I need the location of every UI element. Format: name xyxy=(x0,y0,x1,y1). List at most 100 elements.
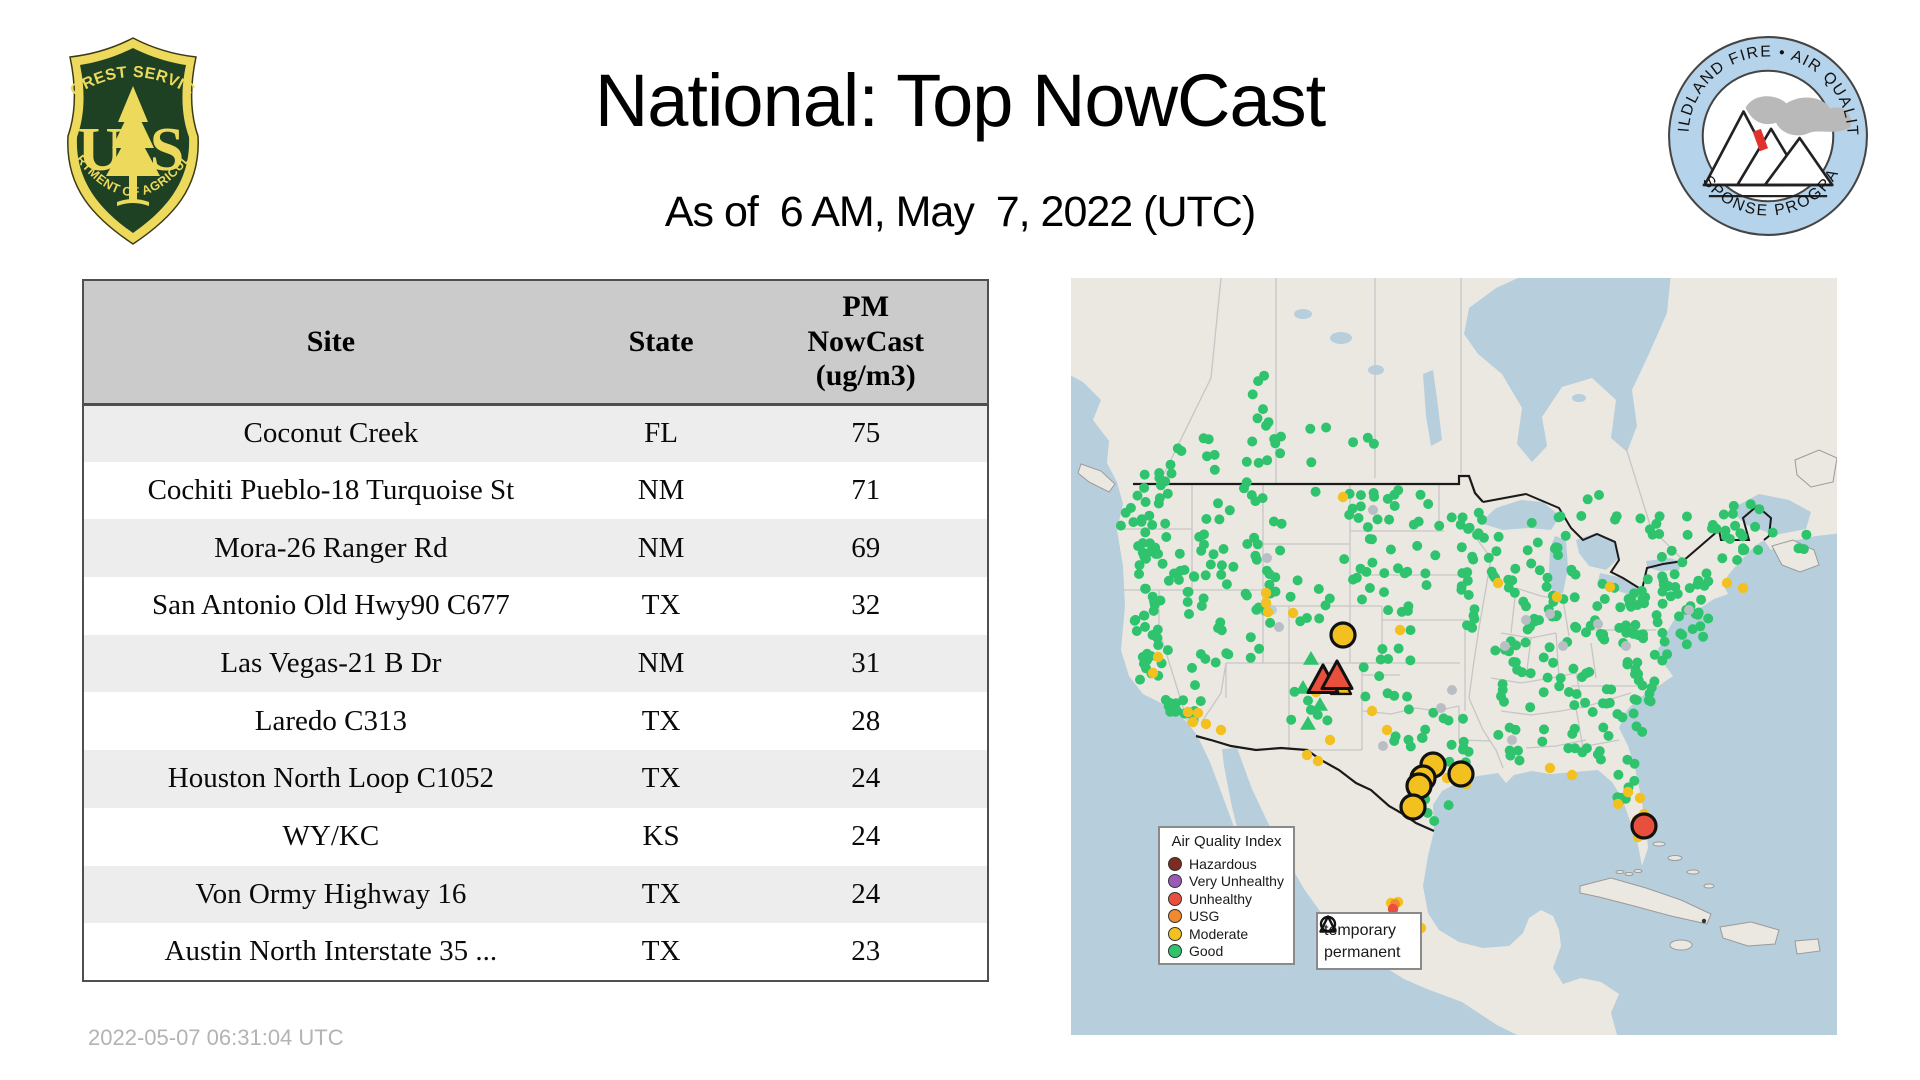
monitor-dot-good xyxy=(1365,534,1375,544)
monitor-dot-good xyxy=(1242,591,1252,601)
table-row: Mora-26 Ranger RdNM69 xyxy=(83,519,988,577)
cell-value: 31 xyxy=(744,635,988,693)
monitor-dot-inactive xyxy=(1436,703,1446,713)
monitor-dot-good xyxy=(1521,638,1531,648)
monitor-dot-good xyxy=(1386,545,1396,555)
monitor-dot-good xyxy=(1717,553,1727,563)
monitor-dot-good xyxy=(1383,688,1393,698)
monitor-dot-moderate xyxy=(1552,592,1562,602)
table-row: Laredo C313TX28 xyxy=(83,692,988,750)
monitor-dot-good xyxy=(1512,665,1522,675)
monitor-dot-good xyxy=(1732,555,1742,565)
table-row: WY/KCKS24 xyxy=(83,808,988,866)
monitor-dot-good xyxy=(1569,700,1579,710)
monitor-dot-good xyxy=(1465,523,1475,533)
monitor-dot-good xyxy=(1365,583,1375,593)
table-row: Houston North Loop C1052TX24 xyxy=(83,750,988,808)
monitor-dot-moderate xyxy=(1567,770,1577,780)
aqi-legend-title: Air Quality Index xyxy=(1168,833,1285,850)
cell-state: TX xyxy=(578,692,745,750)
cell-state: TX xyxy=(578,577,745,635)
monitor-dot-good xyxy=(1494,532,1504,542)
puerto-rico xyxy=(1795,939,1820,954)
monitor-dot-good xyxy=(1199,593,1209,603)
monitor-dot-good xyxy=(1142,649,1152,659)
monitor-dot-good xyxy=(1295,616,1305,626)
wildland-fire-air-quality-logo: WILDLAND FIRE • AIR QUALITY RESPONSE PRO… xyxy=(1666,34,1870,238)
monitor-dot-good xyxy=(1389,490,1399,500)
monitor-dot-good xyxy=(1176,566,1186,576)
aqi-legend-label: Hazardous xyxy=(1189,856,1257,872)
monitor-dot-good xyxy=(1154,473,1164,483)
aqi-swatch-icon xyxy=(1168,927,1182,941)
monitor-dot-good xyxy=(1484,553,1494,563)
monitor-dot-good xyxy=(1140,470,1150,480)
monitor-dot-good xyxy=(1369,488,1379,498)
monitor-dot-good xyxy=(1458,714,1468,724)
monitor-dot-good xyxy=(1468,555,1478,565)
monitor-dot-good xyxy=(1521,601,1531,611)
monitor-dot-good xyxy=(1321,600,1331,610)
jamaica xyxy=(1670,940,1692,950)
top-site-moderate-circle xyxy=(1331,623,1355,647)
table-row: Coconut CreekFL75 xyxy=(83,404,988,462)
cell-site: Laredo C313 xyxy=(83,692,578,750)
monitor-dot-good xyxy=(1688,624,1698,634)
monitor-dot-good xyxy=(1719,510,1729,520)
monitor-dot-moderate xyxy=(1635,793,1645,803)
monitor-dot-good xyxy=(1183,587,1193,597)
monitor-dot-good xyxy=(1132,626,1142,636)
monitor-dot-good xyxy=(1754,504,1764,514)
monitor-dot-good xyxy=(1199,540,1209,550)
monitor-dot-good xyxy=(1201,570,1211,580)
monitor-dot-good xyxy=(1393,563,1403,573)
monitor-dot-inactive xyxy=(1593,619,1603,629)
monitor-dot-good xyxy=(1155,596,1165,606)
monitor-dot-good xyxy=(1141,497,1151,507)
monitor-dot-good xyxy=(1655,511,1665,521)
monitor-dot-moderate xyxy=(1302,750,1312,760)
monitor-dot-moderate xyxy=(1193,708,1203,718)
monitor-dot-good xyxy=(1357,595,1367,605)
monitor-dot-good xyxy=(1513,746,1523,756)
monitor-dot-good xyxy=(1258,404,1268,414)
monitor-dot-good xyxy=(1253,376,1263,386)
monitor-dot-good xyxy=(1637,727,1647,737)
monitor-dot-good xyxy=(1539,687,1549,697)
monitor-dot-good xyxy=(1738,545,1748,555)
monitor-dot-moderate xyxy=(1288,608,1298,618)
monitor-dot-good xyxy=(1269,434,1279,444)
monitor-dot-good xyxy=(1638,681,1648,691)
cell-value: 24 xyxy=(744,866,988,924)
monitor-dot-good xyxy=(1533,538,1543,548)
monitor-dot-good xyxy=(1526,668,1536,678)
monitor-dot-good xyxy=(1539,724,1549,734)
permanent-triangle-icon xyxy=(1318,914,1338,934)
monitor-dot-good xyxy=(1682,639,1692,649)
monitor-dot-good xyxy=(1140,527,1150,537)
monitor-dot-good xyxy=(1600,594,1610,604)
monitor-dot-good xyxy=(1430,550,1440,560)
monitor-dot-moderate xyxy=(1722,578,1732,588)
monitor-dot-good xyxy=(1149,606,1159,616)
monitor-dot-good xyxy=(1633,669,1643,679)
monitor-dot-good xyxy=(1550,544,1560,554)
monitor-dot-good xyxy=(1554,512,1564,522)
top-site-moderate-circle xyxy=(1449,762,1473,786)
monitor-dot-good xyxy=(1139,483,1149,493)
monitor-dot-good xyxy=(1190,680,1200,690)
monitor-dot-good xyxy=(1178,695,1188,705)
monitor-dot-good xyxy=(1167,469,1177,479)
monitor-dot-good xyxy=(1564,687,1574,697)
monitor-dot-moderate xyxy=(1382,725,1392,735)
monitor-dot-good xyxy=(1374,671,1384,681)
monitor-dot-good xyxy=(1499,697,1509,707)
monitor-dot-moderate xyxy=(1313,756,1323,766)
monitor-dot-good xyxy=(1539,653,1549,663)
monitor-dot-good xyxy=(1657,656,1667,666)
monitor-dot-good xyxy=(1201,514,1211,524)
column-header-pm-nowcast: PM NowCast (ug/m3) xyxy=(744,280,988,404)
monitor-dot-good xyxy=(1525,702,1535,712)
cell-state: NM xyxy=(578,519,745,577)
monitor-dot-good xyxy=(1189,571,1199,581)
